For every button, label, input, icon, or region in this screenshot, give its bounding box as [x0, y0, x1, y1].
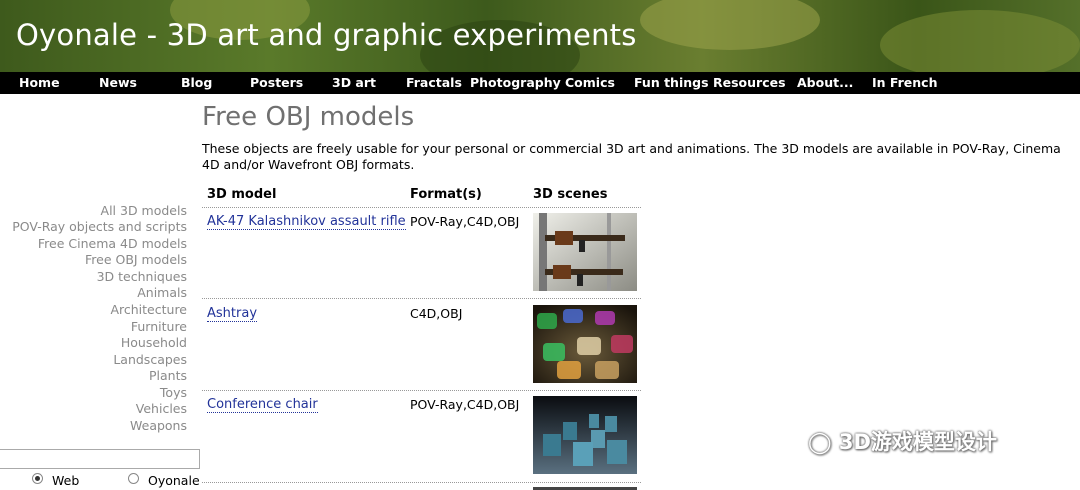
column-header-scenes: 3D scenes [533, 187, 608, 202]
sidebar-item-weapons[interactable]: Weapons [130, 418, 187, 433]
page-title: Free OBJ models [202, 102, 415, 132]
sidebar-item-obj-models[interactable]: Free OBJ models [85, 252, 187, 267]
model-formats: POV-Ray,C4D,OBJ [410, 397, 520, 412]
search-scope-web-label[interactable]: Web [52, 473, 79, 488]
column-header-model: 3D model [207, 187, 277, 202]
search-scope-oyonale-label[interactable]: Oyonale [148, 473, 200, 488]
row-divider [202, 207, 641, 208]
nav-fractals[interactable]: Fractals [406, 75, 462, 90]
watermark-text: 3D游戏模型设计 [838, 430, 997, 454]
model-link-ak47[interactable]: AK-47 Kalashnikov assault rifle [207, 214, 406, 230]
model-formats: C4D,OBJ [410, 306, 463, 321]
search-input[interactable] [0, 449, 200, 469]
sidebar-item-vehicles[interactable]: Vehicles [136, 401, 187, 416]
sidebar-item-architecture[interactable]: Architecture [110, 302, 187, 317]
search-scope-web-radio[interactable] [32, 473, 43, 484]
rifle-render-thumbnail[interactable] [533, 213, 637, 291]
nav-blog[interactable]: Blog [181, 75, 212, 90]
page-intro: These objects are freely usable for your… [202, 141, 1061, 172]
wechat-icon: ◯ [808, 430, 832, 454]
model-link-conference-chair[interactable]: Conference chair [207, 397, 318, 413]
nav-home[interactable]: Home [19, 75, 60, 90]
search-scope-oyonale-radio[interactable] [128, 473, 139, 484]
sidebar-item-povray-objects[interactable]: POV-Ray objects and scripts [12, 219, 187, 234]
header-decoration [640, 0, 820, 50]
nav-posters[interactable]: Posters [250, 75, 303, 90]
row-divider [202, 298, 641, 299]
chairs-render-thumbnail[interactable] [533, 396, 637, 474]
model-link-ashtray[interactable]: Ashtray [207, 306, 258, 322]
nav-resources[interactable]: Resources [713, 75, 786, 90]
sidebar-item-cinema4d-models[interactable]: Free Cinema 4D models [38, 236, 187, 251]
column-header-formats: Format(s) [410, 187, 482, 202]
sidebar-item-3d-techniques[interactable]: 3D techniques [97, 269, 187, 284]
site-title[interactable]: Oyonale - 3D art and graphic experiments [16, 18, 637, 52]
sidebar-item-furniture[interactable]: Furniture [131, 319, 187, 334]
nav-comics[interactable]: Comics [565, 75, 615, 90]
header-decoration [880, 10, 1080, 72]
sidebar-item-toys[interactable]: Toys [160, 385, 187, 400]
sidebar-item-household[interactable]: Household [121, 335, 187, 350]
model-formats: POV-Ray,C4D,OBJ [410, 214, 520, 229]
nav-photography[interactable]: Photography [470, 75, 561, 90]
nav-news[interactable]: News [99, 75, 137, 90]
main-nav: Home News Blog Posters 3D art Fractals P… [0, 72, 1080, 94]
row-divider [202, 482, 641, 483]
glass-ashtray-render-thumbnail[interactable] [533, 305, 637, 383]
sidebar-item-landscapes[interactable]: Landscapes [113, 352, 187, 367]
sidebar-item-animals[interactable]: Animals [137, 285, 187, 300]
nav-fun-things[interactable]: Fun things [634, 75, 709, 90]
watermark: ◯ 3D游戏模型设计 [808, 426, 997, 456]
nav-3d-art[interactable]: 3D art [332, 75, 376, 90]
site-header: Oyonale - 3D art and graphic experiments [0, 0, 1080, 72]
sidebar-item-plants[interactable]: Plants [149, 368, 187, 383]
nav-about[interactable]: About... [797, 75, 853, 90]
nav-in-french[interactable]: In French [872, 75, 938, 90]
sidebar-item-all-3d-models[interactable]: All 3D models [101, 203, 187, 218]
row-divider [202, 390, 641, 391]
